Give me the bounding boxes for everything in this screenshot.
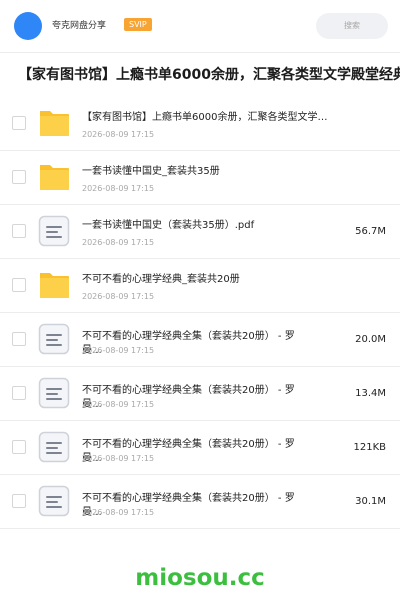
document-icon [38,485,70,517]
folder-icon [38,107,70,139]
svip-badge: SVIP [124,18,152,31]
file-name: 一套书读懂中国史（套装共35册）.pdf [82,220,255,231]
file-date: 2026-08-09 17:15 [82,508,155,517]
file-date: 2026-08-09 17:15 [82,400,155,409]
select-checkbox[interactable] [12,386,26,400]
file-name: 不可不看的心理学经典_套装共20册 [82,274,240,285]
folder-icon [38,269,70,301]
file-row[interactable]: 一套书读懂中国史（套装共35册）.pdf 2026-08-09 17:15 56.7… [0,205,400,259]
folder-title: 【家有图书馆】上瘾书单6000余册，汇聚各类型文学殿堂经典 [18,67,400,83]
folder-title-bar: 【家有图书馆】上瘾书单6000余册，汇聚各类型文学殿堂经典 [0,52,400,98]
file-size: 20.0M [355,334,386,345]
document-icon [38,431,70,463]
document-icon [38,377,70,409]
select-checkbox[interactable] [12,170,26,184]
site-watermark: miosou.cc [135,565,265,591]
select-checkbox[interactable] [12,440,26,454]
file-name: 【家有图书馆】上瘾书单6000余册，汇聚各类型文学… [82,112,328,123]
share-owner-name: 夸克网盘分享 [52,21,107,31]
file-date: 2026-08-09 17:15 [82,238,155,247]
select-checkbox[interactable] [12,494,26,508]
document-icon [38,215,70,247]
file-row[interactable]: 不可不看的心理学经典全集（套装共20册） - 罗曼… 2026-08-09 17:… [0,367,400,421]
select-checkbox[interactable] [12,116,26,130]
select-checkbox[interactable] [12,332,26,346]
file-row[interactable]: 【家有图书馆】上瘾书单6000余册，汇聚各类型文学… 2026-08-09 17:… [0,97,400,151]
file-row[interactable]: 不可不看的心理学经典全集（套装共20册） - 罗曼… 2026-08-09 17:… [0,421,400,475]
file-date: 2026-08-09 17:15 [82,346,155,355]
file-date: 2026-08-09 17:15 [82,184,155,193]
file-size: 56.7M [355,226,386,237]
file-list: 【家有图书馆】上瘾书单6000余册，汇聚各类型文学… 2026-08-09 17:… [0,97,400,529]
file-row[interactable]: 不可不看的心理学经典全集（套装共20册） - 罗曼… 2026-08-09 17:… [0,313,400,367]
folder-icon [38,161,70,193]
file-date: 2026-08-09 17:15 [82,292,155,301]
avatar[interactable] [14,12,42,40]
top-bar: 夸克网盘分享 SVIP 搜索 [0,0,400,52]
search-button[interactable]: 搜索 [316,13,388,39]
file-row[interactable]: 不可不看的心理学经典全集（套装共20册） - 罗曼… 2026-08-09 17:… [0,475,400,529]
select-checkbox[interactable] [12,224,26,238]
select-checkbox[interactable] [12,278,26,292]
file-size: 121KB [353,442,386,453]
file-size: 13.4M [355,388,386,399]
file-date: 2026-08-09 17:15 [82,130,155,139]
file-date: 2026-08-09 17:15 [82,454,155,463]
file-size: 30.1M [355,496,386,507]
document-icon [38,323,70,355]
file-row[interactable]: 不可不看的心理学经典_套装共20册 2026-08-09 17:15 [0,259,400,313]
file-row[interactable]: 一套书读懂中国史_套装共35册 2026-08-09 17:15 [0,151,400,205]
file-name: 一套书读懂中国史_套装共35册 [82,166,220,177]
